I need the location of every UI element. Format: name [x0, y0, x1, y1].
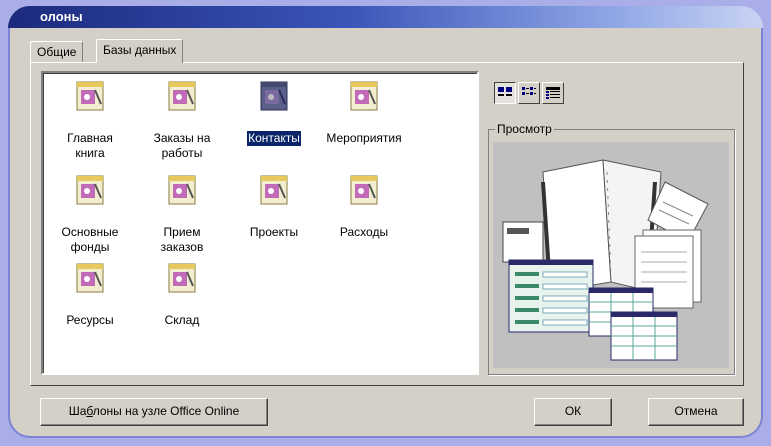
template-label-line1: Расходы: [339, 225, 389, 239]
access-database-icon: [347, 79, 381, 113]
access-database-icon: [73, 79, 107, 113]
access-database-icon: [257, 79, 291, 113]
template-label-line2: работы: [161, 146, 203, 160]
template-item-label: Расходы: [339, 225, 389, 240]
template-item-label: Главная книга: [66, 131, 114, 161]
template-label-line1: Мероприятия: [326, 131, 402, 145]
preview-image: [493, 142, 729, 368]
template-item[interactable]: Заказы на работы: [137, 79, 227, 161]
template-item[interactable]: Контакты: [229, 79, 319, 147]
list-view-icon: [522, 87, 536, 95]
access-database-icon: [347, 173, 381, 207]
ok-button[interactable]: ОК: [534, 398, 612, 426]
template-item[interactable]: Прием заказов: [137, 173, 227, 255]
template-item-label: Проекты: [249, 225, 299, 240]
template-label-line2: фонды: [70, 240, 110, 254]
template-item-label: Склад: [164, 313, 201, 328]
large-icons-view-button[interactable]: [494, 82, 516, 104]
template-item-label: Основные фонды: [61, 225, 120, 255]
access-database-icon: [73, 261, 107, 295]
cancel-button[interactable]: Отмена: [648, 398, 744, 426]
template-item-label: Прием заказов: [160, 225, 205, 255]
window-title: олоны: [40, 9, 83, 24]
access-database-icon: [165, 79, 199, 113]
access-database-icon: [73, 173, 107, 207]
template-item[interactable]: Ресурсы: [45, 261, 135, 328]
template-label-line1: Прием: [163, 225, 201, 239]
template-label-line1: Склад: [164, 313, 200, 327]
access-database-icon: [165, 261, 199, 295]
access-database-icon: [257, 173, 291, 207]
tab-panel-databases: Главная книга Заказы на работы Контакты Мероп…: [30, 62, 744, 386]
preview-group: Просмотр: [488, 122, 735, 375]
access-database-icon: [165, 173, 199, 207]
title-bar[interactable]: олоны: [8, 6, 763, 28]
template-label-line1: Ресурсы: [66, 313, 114, 327]
template-item[interactable]: Расходы: [319, 173, 409, 240]
template-item[interactable]: Проекты: [229, 173, 319, 240]
tab-general[interactable]: Общие: [30, 41, 84, 62]
template-label-line1: Проекты: [249, 225, 299, 239]
office-online-templates-button[interactable]: Шаблоны на узле Office Online: [40, 398, 268, 426]
template-item-label: Заказы на работы: [153, 131, 212, 161]
template-item[interactable]: Основные фонды: [45, 173, 135, 255]
details-view-icon: [546, 87, 560, 99]
tab-databases[interactable]: Базы данных: [96, 39, 184, 63]
template-item-label: Контакты: [246, 130, 302, 147]
preview-label: Просмотр: [495, 122, 554, 136]
template-item[interactable]: Склад: [137, 261, 227, 328]
template-item[interactable]: Главная книга: [45, 79, 135, 161]
template-label-line2: книга: [75, 146, 105, 160]
template-item-label: Мероприятия: [325, 131, 402, 146]
template-label-line1: Заказы на: [153, 131, 211, 145]
contacts-template-preview-icon: [502, 159, 709, 361]
dialog-window: олоны Общие Базы данных Главная книга Зака…: [8, 6, 763, 438]
details-view-button[interactable]: [542, 82, 564, 104]
large-icons-view-icon: [498, 87, 512, 96]
office-online-label-part1: Ша: [68, 404, 87, 418]
template-item-label: Ресурсы: [65, 313, 114, 328]
list-view-button[interactable]: [518, 82, 540, 104]
template-item[interactable]: Мероприятия: [319, 79, 409, 146]
template-label-line1: Основные: [61, 225, 119, 239]
template-label-line1: Главная: [67, 131, 113, 145]
template-list[interactable]: Главная книга Заказы на работы Контакты Мероп…: [41, 71, 479, 375]
office-online-label-part2: лоны на узле Office Online: [92, 404, 240, 418]
template-label-line1: Контакты: [248, 131, 300, 145]
template-label-line2: заказов: [160, 240, 204, 254]
